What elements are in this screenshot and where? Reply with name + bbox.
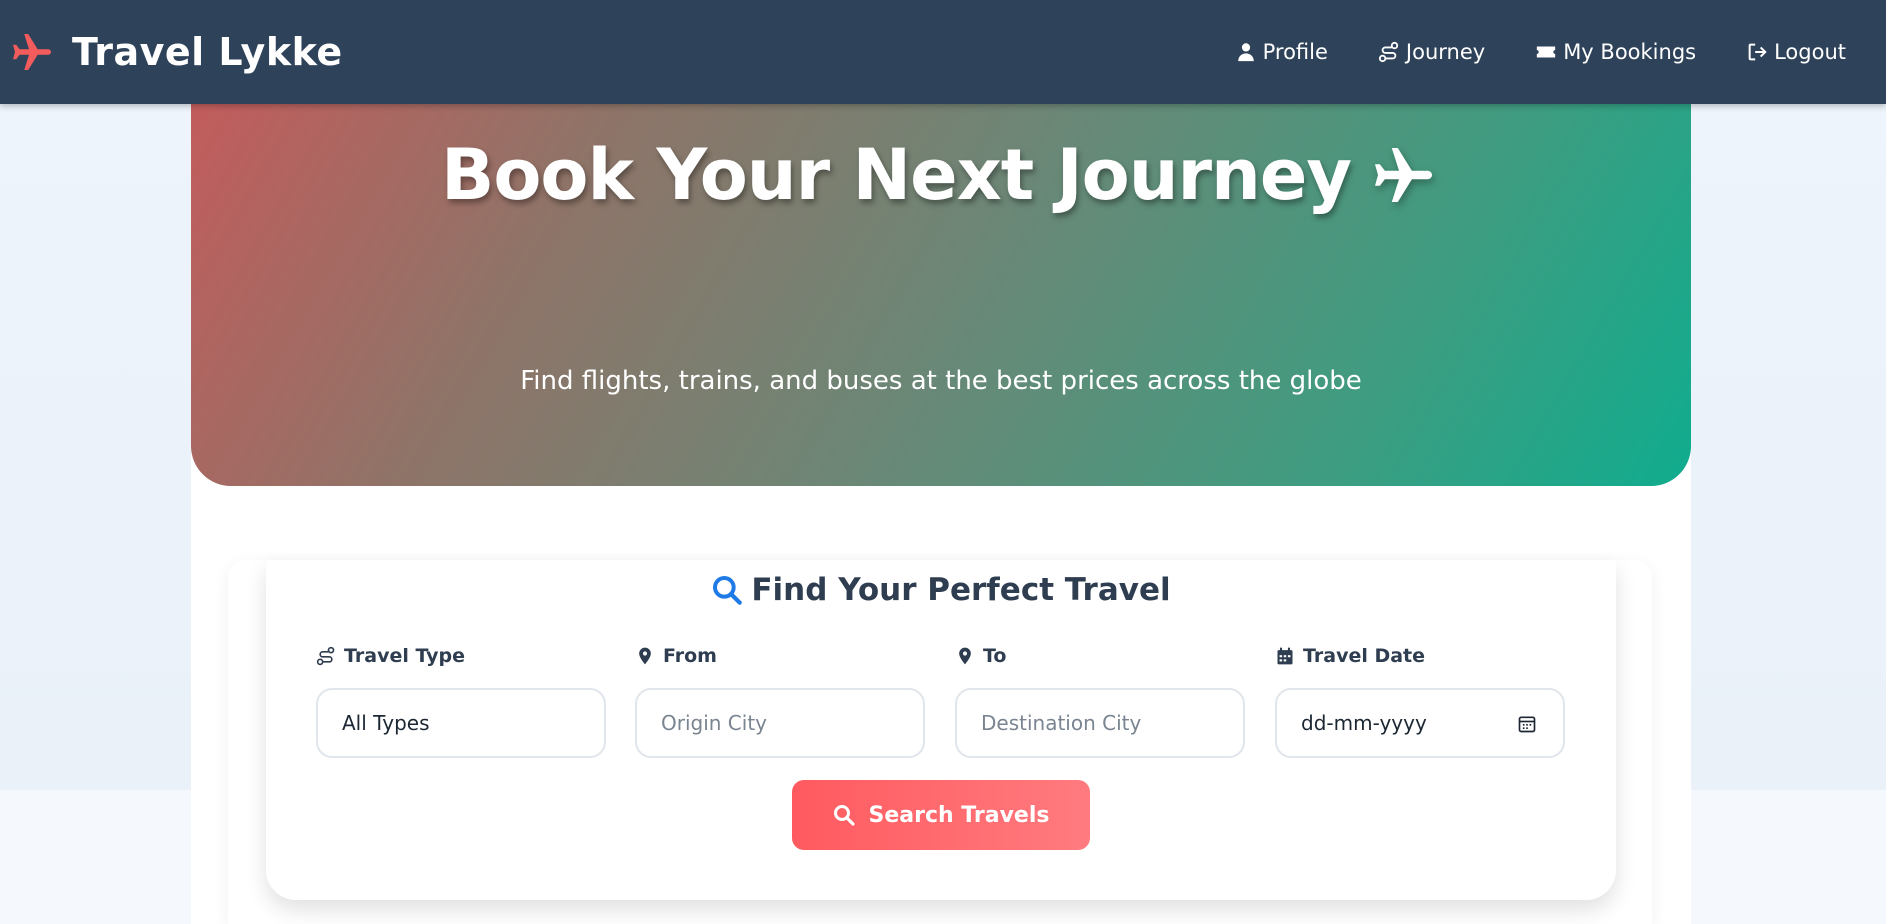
nav-profile-label: Profile (1262, 40, 1328, 64)
hero-subtitle: Find flights, trains, and buses at the b… (520, 366, 1362, 396)
map-pin-icon (959, 647, 971, 665)
hero-title: Book Your Next Journey (191, 134, 1691, 216)
travel-type-label-text: Travel Type (344, 645, 466, 667)
origin-city-input[interactable]: Origin City (635, 688, 925, 758)
hero-title-text: Book Your Next Journey (440, 134, 1352, 216)
map-pin-icon (639, 647, 651, 665)
user-icon (1237, 43, 1254, 62)
search-travels-label: Search Travels (868, 802, 1050, 828)
nav-bookings-link[interactable]: My Bookings (1535, 40, 1696, 64)
nav-bookings-label: My Bookings (1563, 40, 1697, 64)
nav-journey-label: Journey (1405, 40, 1486, 64)
airplane-icon (13, 34, 51, 70)
travel-date-value: dd-mm-yyyy (1301, 711, 1427, 735)
nav-logout-link[interactable]: Logout (1746, 40, 1846, 64)
travel-type-label: Travel Type (316, 642, 606, 670)
from-label: From (635, 642, 925, 670)
to-label: To (955, 642, 1245, 670)
nav-logout-label: Logout (1774, 40, 1846, 64)
to-label-text: To (983, 645, 1007, 667)
from-field: From Origin City (635, 642, 925, 758)
calendar-picker-icon[interactable] (1517, 714, 1537, 734)
search-icon (834, 805, 856, 826)
calendar-icon (1277, 647, 1293, 665)
nav-links: Profile Journey My Bookings Logout (1235, 0, 1846, 104)
route-icon (1378, 41, 1399, 63)
route-icon (316, 646, 335, 666)
travel-type-select[interactable]: All Types (316, 688, 606, 758)
search-card: Find Your Perfect Travel Travel Type All… (266, 560, 1616, 900)
nav-profile-link[interactable]: Profile (1235, 40, 1328, 64)
hero-banner: Book Your Next Journey Find flights, tra… (191, 104, 1691, 486)
travel-date-field: Travel Date dd-mm-yyyy (1275, 642, 1565, 758)
search-card-title: Find Your Perfect Travel (266, 572, 1616, 608)
logout-icon (1748, 43, 1767, 61)
destination-city-input[interactable]: Destination City (955, 688, 1245, 758)
brand-logo[interactable]: Travel Lykke (8, 28, 343, 76)
travel-date-label-text: Travel Date (1303, 645, 1426, 667)
travel-date-input[interactable]: dd-mm-yyyy (1275, 688, 1565, 758)
search-icon (713, 576, 743, 605)
top-navbar: Travel Lykke Profile Journey My Bookings (0, 0, 1886, 104)
travel-date-label: Travel Date (1275, 642, 1565, 670)
to-field: To Destination City (955, 642, 1245, 758)
search-card-title-text: Find Your Perfect Travel (751, 572, 1171, 608)
airplane-icon (1375, 148, 1432, 202)
nav-journey-link[interactable]: Journey (1378, 40, 1485, 64)
ticket-icon (1537, 46, 1556, 58)
brand-name: Travel Lykke (72, 30, 343, 74)
travel-type-field: Travel Type All Types (316, 642, 606, 758)
from-label-text: From (663, 645, 717, 667)
search-travels-button[interactable]: Search Travels (792, 780, 1090, 850)
